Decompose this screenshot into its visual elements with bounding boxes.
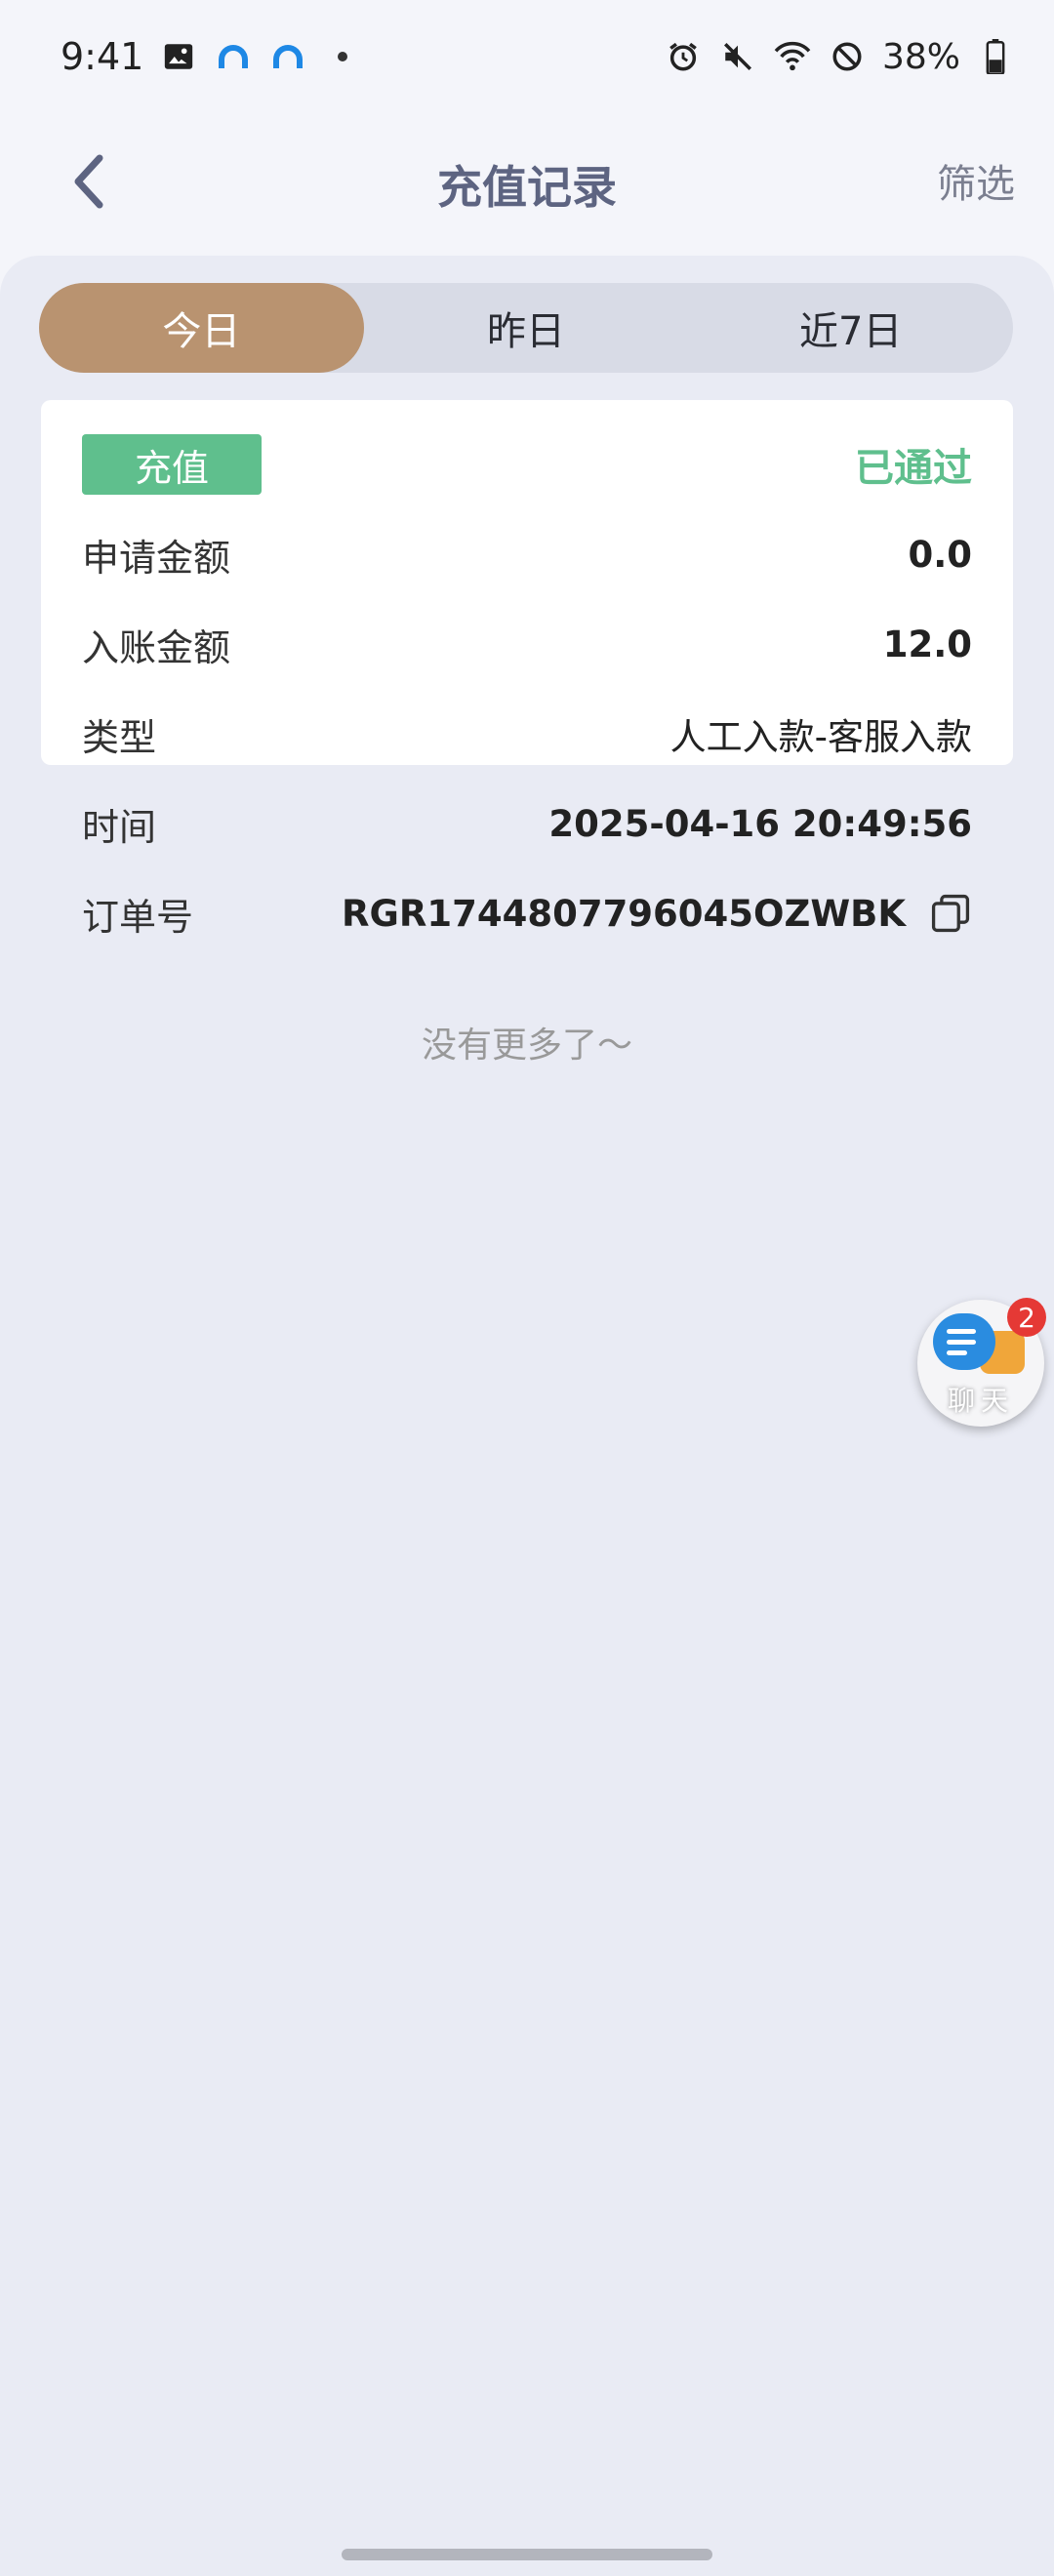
- page-title: 充值记录: [437, 161, 617, 214]
- battery-percent: 38%: [881, 36, 960, 77]
- row-value: 2025-04-16 20:49:56: [548, 802, 972, 845]
- card-header: 充值 已通过: [82, 400, 972, 509]
- image-icon: [159, 37, 198, 76]
- chat-float-button[interactable]: 聊天 2: [917, 1298, 1046, 1427]
- row-type: 类型 人工入款-客服入款: [82, 689, 972, 779]
- wifi-icon: [773, 37, 812, 76]
- row-label: 类型: [82, 715, 157, 759]
- row-label: 申请金额: [82, 536, 231, 580]
- status-badge: 已通过: [855, 446, 972, 491]
- dot-icon: [323, 37, 362, 76]
- alarm-icon: [664, 37, 703, 76]
- status-bar: 9:41 38%: [0, 0, 1054, 113]
- no-more-text: 没有更多了～: [421, 1026, 632, 1066]
- type-badge: 充值: [82, 434, 262, 495]
- row-label: 时间: [82, 805, 157, 849]
- date-tabs: 今日 昨日 近7日: [39, 283, 1013, 373]
- chat-lines-icon: [947, 1329, 976, 1361]
- order-number-text: RGR1744807796045OZWBK: [342, 892, 906, 935]
- home-indicator[interactable]: [342, 2549, 712, 2560]
- copy-icon[interactable]: [929, 892, 972, 935]
- mute-icon: [718, 37, 757, 76]
- notification-icon: [268, 37, 307, 76]
- status-bar-left: 9:41: [61, 35, 362, 78]
- order-number-value: RGR1744807796045OZWBK: [342, 892, 972, 935]
- row-label: 订单号: [82, 895, 194, 939]
- row-credited-amount: 入账金额 12.0: [82, 599, 972, 689]
- notification-icon: [214, 37, 253, 76]
- tab-today[interactable]: 今日: [39, 283, 364, 373]
- row-order-number: 订单号 RGR1744807796045OZWBK: [82, 868, 972, 958]
- row-time: 时间 2025-04-16 20:49:56: [82, 779, 972, 868]
- content-area: 今日 昨日 近7日 充值 已通过 申请金额 0.0 入账金额 12.0 类型 人…: [0, 256, 1054, 2576]
- chevron-left-icon: [74, 154, 103, 209]
- tab-yesterday[interactable]: 昨日: [364, 283, 689, 373]
- filter-button[interactable]: 筛选: [937, 152, 1015, 209]
- battery-icon: [976, 37, 1015, 76]
- status-time: 9:41: [61, 35, 144, 78]
- nav-header: 充值记录 筛选: [0, 113, 1054, 256]
- row-value: 0.0: [908, 533, 972, 576]
- row-label: 入账金额: [82, 625, 231, 669]
- back-button[interactable]: [59, 142, 117, 221]
- status-bar-right: 38%: [664, 37, 1015, 77]
- chat-label: 聊天: [947, 1385, 1014, 1417]
- recharge-record-card: 充值 已通过 申请金额 0.0 入账金额 12.0 类型 人工入款-客服入款 时…: [41, 400, 1013, 939]
- row-value: 人工入款-客服入款: [669, 716, 972, 758]
- row-value: 12.0: [882, 623, 972, 665]
- dnd-icon: [828, 37, 867, 76]
- tab-last-7-days[interactable]: 近7日: [688, 283, 1013, 373]
- chat-unread-badge: 2: [1007, 1298, 1046, 1337]
- row-applied-amount: 申请金额 0.0: [82, 509, 972, 599]
